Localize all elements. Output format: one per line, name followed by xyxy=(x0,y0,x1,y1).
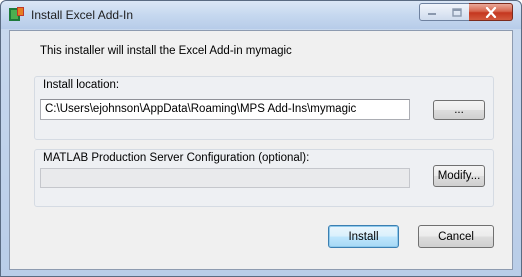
modify-button[interactable]: Modify... xyxy=(433,165,485,187)
mps-config-field xyxy=(40,168,410,188)
install-location-label: Install location: xyxy=(43,79,120,91)
install-button[interactable]: Install xyxy=(328,225,399,248)
title-bar[interactable]: Install Excel Add-In xyxy=(1,1,521,29)
minimize-button[interactable] xyxy=(419,3,445,21)
cancel-button[interactable]: Cancel xyxy=(418,225,494,248)
excel-addin-icon xyxy=(9,7,24,21)
install-location-field[interactable]: C:\Users\ejohnson\AppData\Roaming\MPS Ad… xyxy=(40,99,410,120)
mps-config-group: MATLAB Production Server Configuration (… xyxy=(34,149,494,207)
window-title: Install Excel Add-In xyxy=(31,8,134,22)
dialog-body: This installer will install the Excel Ad… xyxy=(9,30,513,270)
minimize-icon xyxy=(428,13,436,15)
maximize-button[interactable] xyxy=(444,3,470,21)
close-icon xyxy=(485,6,496,18)
maximize-icon xyxy=(451,7,462,17)
mps-config-label: MATLAB Production Server Configuration (… xyxy=(43,152,310,164)
close-button[interactable] xyxy=(469,3,513,21)
installer-window: Install Excel Add-In This installer will… xyxy=(0,0,522,277)
intro-text: This installer will install the Excel Ad… xyxy=(40,45,292,57)
browse-button[interactable]: ... xyxy=(433,100,485,120)
install-location-group: Install location: C:\Users\ejohnson\AppD… xyxy=(34,76,494,140)
